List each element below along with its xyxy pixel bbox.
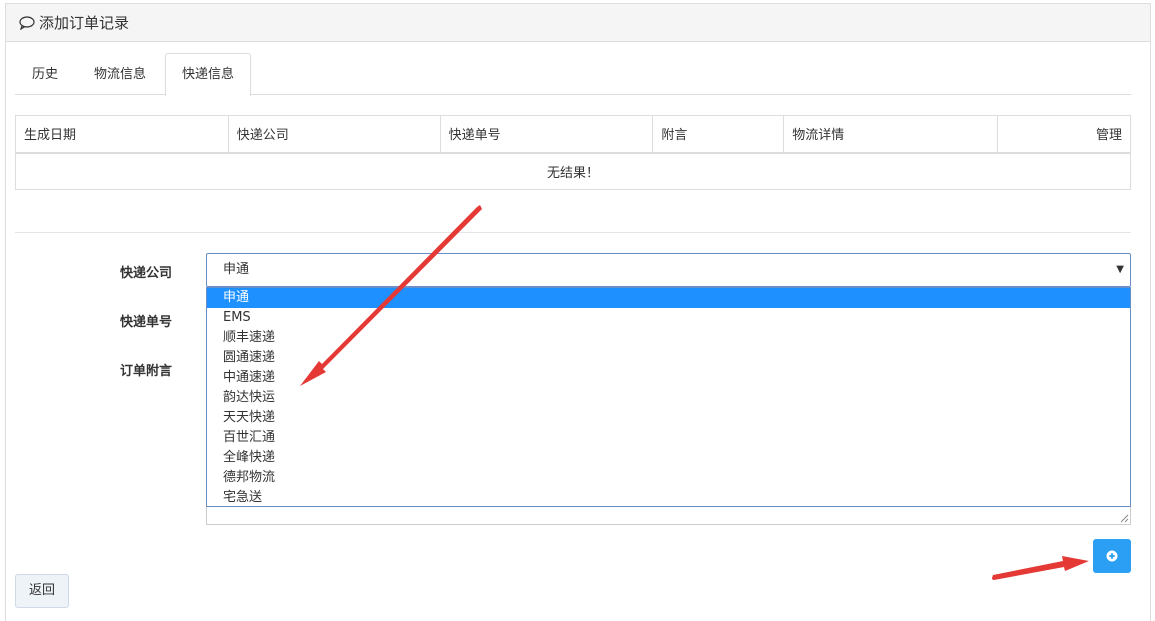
- company-option[interactable]: 百世汇通: [207, 428, 1130, 448]
- company-option[interactable]: 申通: [207, 288, 1130, 308]
- add-record-button[interactable]: [1093, 539, 1131, 573]
- section-divider: [15, 232, 1131, 233]
- company-option[interactable]: 宅急送: [207, 488, 1130, 508]
- table-header-row: 生成日期 快递公司 快递单号 附言 物流详情 管理: [15, 115, 1131, 154]
- order-note-label: 订单附言: [120, 364, 173, 379]
- company-option[interactable]: 顺丰速递: [207, 328, 1130, 348]
- table-row: 无结果！: [15, 152, 1131, 190]
- panel-title: 添加订单记录: [39, 14, 130, 32]
- chat-bubble-icon: [19, 15, 35, 30]
- column-header-date: 生成日期: [15, 115, 229, 154]
- tracking-number-label: 快递单号: [120, 315, 173, 330]
- resize-grip-icon[interactable]: [1120, 514, 1129, 523]
- company-option[interactable]: 全峰快递: [207, 448, 1130, 468]
- plus-circle-icon: [1106, 550, 1118, 562]
- column-header-manage: 管理: [997, 115, 1131, 154]
- company-select-value: 申通: [223, 262, 250, 277]
- caret-down-icon: ▼: [1116, 264, 1124, 275]
- tab-logistics-info[interactable]: 物流信息: [77, 53, 163, 95]
- company-option[interactable]: 圆通速递: [207, 348, 1130, 368]
- company-option[interactable]: 韵达快运: [207, 388, 1130, 408]
- company-dropdown-list: 申通 EMS 顺丰速递 圆通速递 中通速递 韵达快运 天天快递 百世汇通 全峰快…: [206, 287, 1131, 507]
- tab-bar: 历史 物流信息 快递信息: [15, 53, 1131, 96]
- empty-result-text: 无结果！: [15, 152, 1131, 190]
- company-select[interactable]: 申通 ▼: [206, 253, 1131, 287]
- company-label: 快递公司: [120, 266, 173, 281]
- tab-history[interactable]: 历史: [15, 53, 75, 95]
- company-option[interactable]: 天天快递: [207, 408, 1130, 428]
- company-option[interactable]: 德邦物流: [207, 468, 1130, 488]
- column-header-tracking-number: 快递单号: [439, 115, 654, 154]
- company-option[interactable]: EMS: [207, 308, 1130, 328]
- panel-heading: 添加订单记录: [6, 4, 1150, 42]
- express-table: 生成日期 快递公司 快递单号 附言 物流详情 管理 无结果！: [15, 115, 1131, 190]
- back-button[interactable]: 返回: [15, 574, 69, 608]
- tab-express-info[interactable]: 快递信息: [165, 53, 252, 96]
- column-header-logistics-detail: 物流详情: [783, 115, 999, 154]
- company-option[interactable]: 中通速递: [207, 368, 1130, 388]
- order-note-textarea[interactable]: [206, 507, 1131, 525]
- column-header-company: 快递公司: [227, 115, 441, 154]
- column-header-note: 附言: [652, 115, 785, 154]
